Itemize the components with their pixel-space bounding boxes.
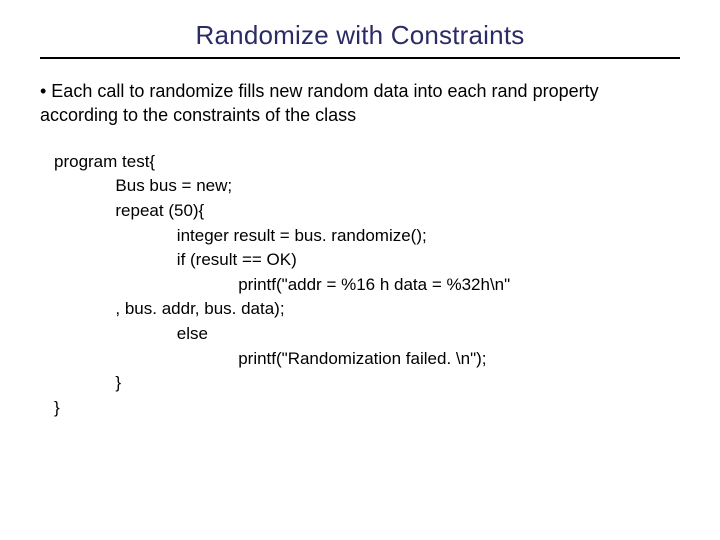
- code-block: program test{ Bus bus = new; repeat (50)…: [54, 150, 680, 421]
- title-underline: [40, 57, 680, 59]
- page-title: Randomize with Constraints: [40, 20, 680, 51]
- bullet-text: • Each call to randomize fills new rando…: [40, 79, 680, 128]
- slide: Randomize with Constraints • Each call t…: [0, 0, 720, 540]
